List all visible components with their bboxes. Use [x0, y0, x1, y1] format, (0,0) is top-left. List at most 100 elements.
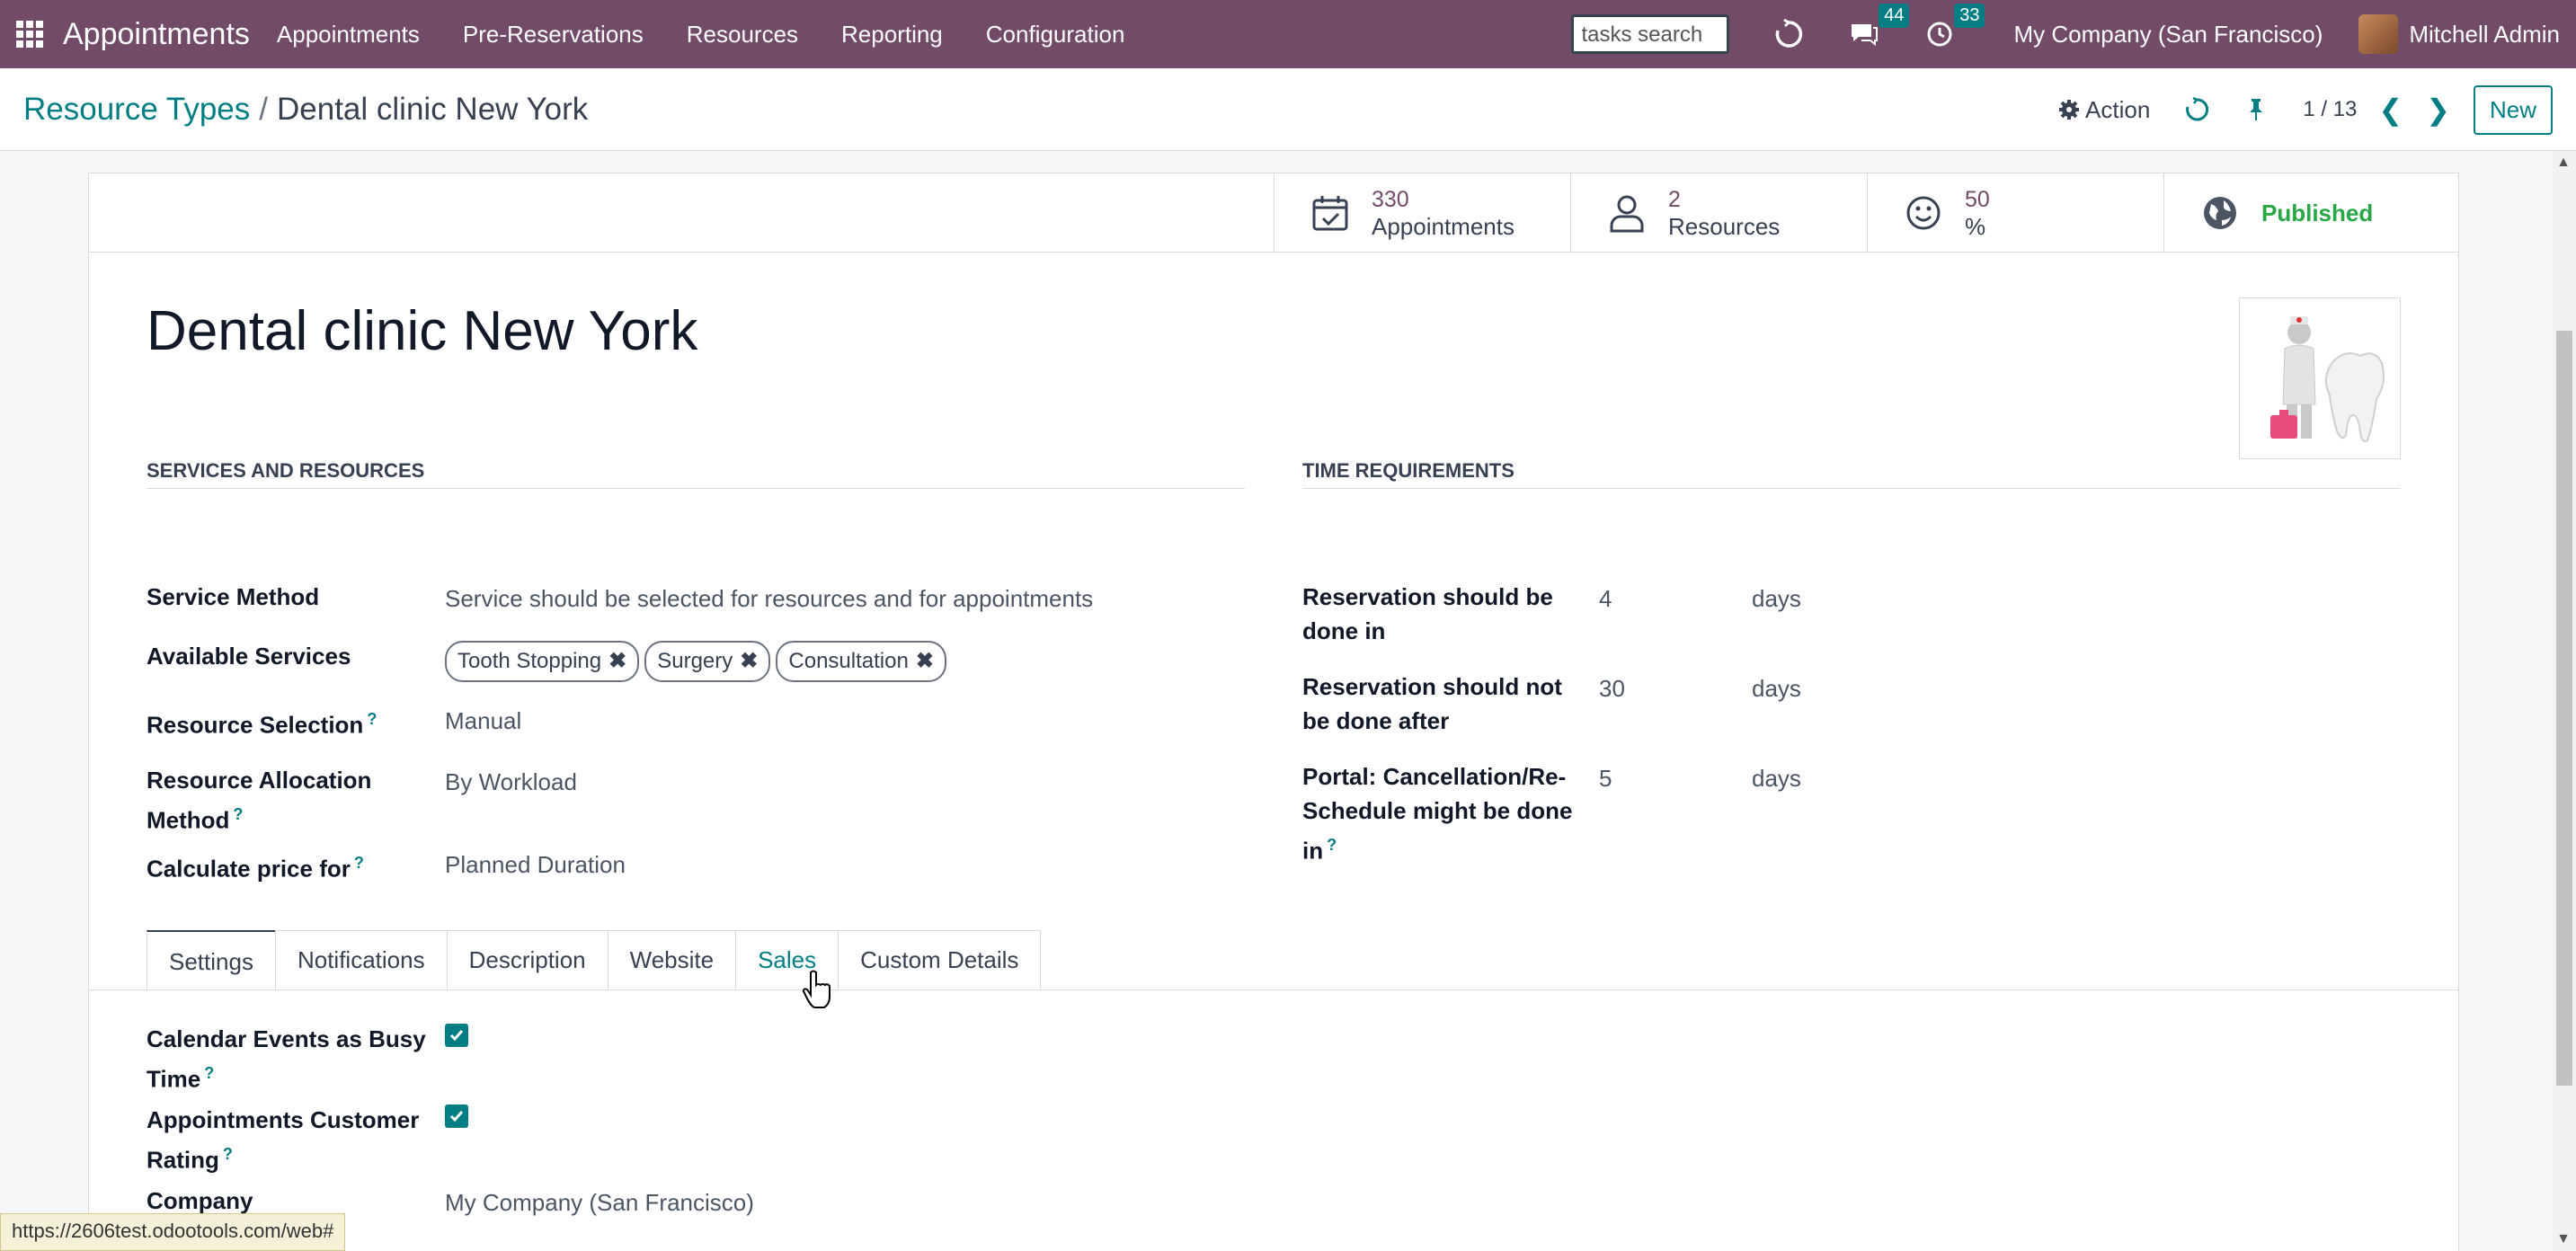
reservation-not-after-value[interactable]: 30: [1599, 671, 1625, 705]
pager-previous-icon[interactable]: ❮: [2378, 93, 2403, 127]
checkmark-icon: [449, 1111, 464, 1122]
status-url-bar: https://2606test.odootools.com/web#: [0, 1213, 346, 1251]
breadcrumb-separator: /: [259, 92, 268, 127]
help-tooltip-icon[interactable]: ?: [204, 1064, 214, 1082]
control-panel: Resource Types / Dental clinic New York Ac…: [0, 68, 2576, 151]
company-switcher[interactable]: My Company (San Francisco): [2013, 21, 2323, 49]
time-section-title: TIME REQUIREMENTS: [1302, 459, 1515, 482]
scroll-up-arrow-icon[interactable]: ▲: [2556, 155, 2571, 171]
tab-website[interactable]: Website: [607, 930, 737, 989]
rating-smart-button[interactable]: 50 %: [1867, 173, 2163, 253]
breadcrumb-resource-types[interactable]: Resource Types: [23, 92, 250, 127]
form-sheet: 330 Appointments 2 Resources 50 % Publis…: [88, 173, 2459, 1251]
smiley-icon: [1902, 191, 1945, 235]
busy-time-label-line2: Time: [147, 1065, 201, 1093]
allocation-method-value[interactable]: By Workload: [445, 765, 577, 799]
tab-description[interactable]: Description: [446, 930, 608, 989]
tab-custom-details[interactable]: Custom Details: [838, 930, 1042, 989]
scroll-down-arrow-icon[interactable]: ▼: [2556, 1231, 2571, 1247]
calculate-price-label: Calculate price for?: [147, 846, 364, 886]
service-tag[interactable]: Surgery ✖: [644, 641, 771, 682]
reservation-not-after-label: Reservation should not be done after: [1302, 670, 1562, 738]
available-services-tags[interactable]: Tooth Stopping ✖ Surgery ✖ Consultation ✖: [445, 641, 952, 682]
help-tooltip-icon[interactable]: ?: [354, 854, 364, 872]
record-title[interactable]: Dental clinic New York: [147, 299, 697, 363]
portal-cancellation-value[interactable]: 5: [1599, 761, 1612, 795]
available-services-label: Available Services: [147, 643, 351, 670]
menu-resources[interactable]: Resources: [687, 21, 798, 49]
appointments-smart-button[interactable]: 330 Appointments: [1274, 173, 1570, 253]
customer-rating-label-line2: Rating: [147, 1146, 219, 1174]
action-label: Action: [2085, 95, 2151, 123]
tab-settings[interactable]: Settings: [147, 930, 276, 991]
remove-tag-icon[interactable]: ✖: [608, 649, 626, 673]
activities-clock-icon[interactable]: 33: [1922, 4, 1985, 52]
user-avatar[interactable]: [2358, 14, 2399, 54]
busy-time-label-line1: Calendar Events as Busy: [147, 1025, 426, 1052]
remove-tag-icon[interactable]: ✖: [740, 649, 758, 673]
allocation-method-label-line2: Method: [147, 806, 230, 834]
tasks-search-input[interactable]: tasks search: [1571, 14, 1730, 54]
reservation-done-in-label-line1: Reservation should be: [1302, 583, 1553, 610]
published-label: Published: [2261, 199, 2374, 226]
page-scrollbar[interactable]: ▲ ▼: [2553, 151, 2576, 1251]
busy-time-label: Calendar Events as Busy Time?: [147, 1022, 426, 1096]
service-tag[interactable]: Tooth Stopping ✖: [445, 641, 640, 682]
menu-configuration[interactable]: Configuration: [986, 21, 1125, 49]
calculate-price-label-text: Calculate price for: [147, 855, 351, 883]
smart-button-bar: 330 Appointments 2 Resources 50 % Publis…: [89, 173, 2458, 253]
menu-pre-reservations[interactable]: Pre-Reservations: [463, 21, 644, 49]
apps-menu-icon[interactable]: [16, 21, 43, 48]
user-menu[interactable]: Mitchell Admin: [2409, 21, 2560, 49]
published-smart-button[interactable]: Published: [2163, 173, 2460, 253]
checkmark-icon: [449, 1030, 464, 1042]
messages-icon[interactable]: 44: [1846, 4, 1910, 52]
appointments-count: 330: [1372, 187, 1409, 212]
menu-reporting[interactable]: Reporting: [841, 21, 943, 49]
remove-tag-icon[interactable]: ✖: [916, 649, 934, 673]
resource-selection-value[interactable]: Manual: [445, 704, 521, 738]
reservation-not-after-unit: days: [1752, 675, 1801, 702]
action-button[interactable]: Action: [2058, 96, 2150, 124]
resources-label: Resources: [1668, 213, 1781, 240]
help-tooltip-icon[interactable]: ?: [367, 710, 377, 728]
help-tooltip-icon[interactable]: ?: [223, 1145, 233, 1163]
resource-selection-label-text: Resource Selection: [147, 711, 364, 739]
globe-icon: [2198, 191, 2242, 235]
reservation-done-in-label: Reservation should be done in: [1302, 580, 1553, 648]
record-image[interactable]: [2239, 297, 2401, 459]
reservation-done-in-value[interactable]: 4: [1599, 581, 1612, 616]
top-navbar: Appointments Appointments Pre-Reservatio…: [0, 0, 2576, 68]
sync-icon[interactable]: [2184, 97, 2209, 122]
new-button[interactable]: New: [2473, 84, 2553, 135]
hand-pointer-cursor-icon: [802, 969, 834, 1013]
pin-icon[interactable]: [2245, 97, 2267, 122]
pager-value[interactable]: 1 / 13: [2303, 97, 2357, 122]
service-tag-label: Surgery: [657, 649, 733, 673]
company-value[interactable]: My Company (San Francisco): [445, 1185, 754, 1220]
messages-badge: 44: [1879, 4, 1910, 28]
customer-rating-label-line1: Appointments Customer: [147, 1106, 420, 1133]
app-brand[interactable]: Appointments: [63, 17, 250, 52]
tab-notifications[interactable]: Notifications: [274, 930, 448, 989]
help-tooltip-icon[interactable]: ?: [1327, 836, 1337, 854]
notebook-tabs: Settings Notifications Description Websi…: [147, 930, 1042, 991]
resources-smart-button[interactable]: 2 Resources: [1570, 173, 1867, 253]
time-divider: [1302, 488, 2401, 489]
pager-next-icon[interactable]: ❯: [2426, 93, 2450, 127]
reservation-not-after-label-line1: Reservation should not: [1302, 673, 1562, 700]
help-tooltip-icon[interactable]: ?: [233, 805, 243, 823]
calendar-check-icon: [1309, 191, 1352, 235]
services-section-title: SERVICES AND RESOURCES: [147, 459, 425, 482]
refresh-icon[interactable]: [1771, 16, 1807, 52]
calculate-price-value[interactable]: Planned Duration: [445, 847, 626, 882]
customer-rating-checkbox[interactable]: [445, 1105, 468, 1128]
service-method-value[interactable]: Service should be selected for resources…: [445, 581, 1093, 616]
user-icon: [1605, 191, 1648, 235]
busy-time-checkbox[interactable]: [445, 1024, 468, 1047]
rating-value: 50: [1965, 187, 1990, 212]
service-tag[interactable]: Consultation ✖: [776, 641, 946, 682]
scrollbar-thumb[interactable]: [2556, 331, 2572, 1086]
menu-appointments[interactable]: Appointments: [277, 21, 420, 49]
resources-count: 2: [1668, 187, 1681, 212]
